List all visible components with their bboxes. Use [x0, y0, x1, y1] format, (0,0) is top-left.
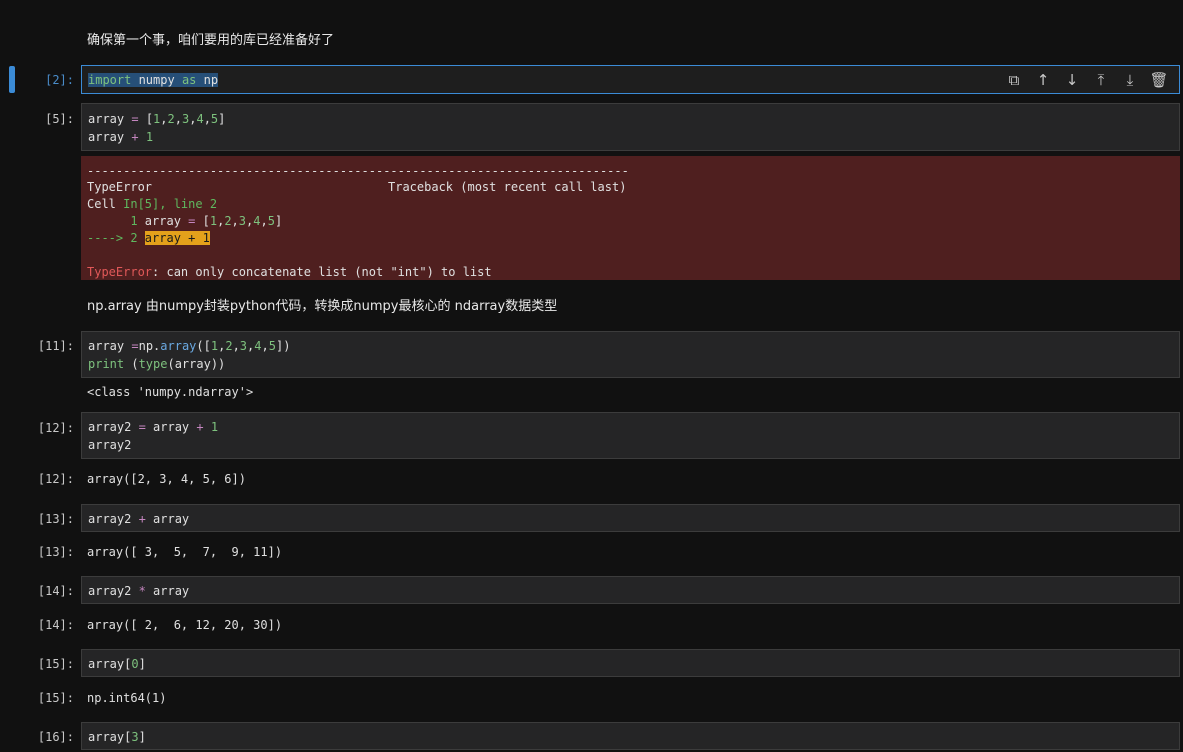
output-prompt-15: [15]:: [37, 691, 74, 705]
code-editor[interactable]: import numpy as np: [88, 71, 219, 89]
arrow-up-icon[interactable]: ↑: [1033, 70, 1053, 90]
code-editor[interactable]: array[3]: [88, 728, 146, 746]
cell-output-14: array([ 2, 6, 12, 20, 30]): [87, 618, 283, 632]
code-editor[interactable]: array =np.array([1,2,3,4,5]) print (type…: [88, 337, 290, 373]
cell-output-12: array([2, 3, 4, 5, 6]): [87, 472, 246, 486]
cell-prompt-14: [14]:: [37, 584, 74, 598]
cell-prompt-15: [15]:: [37, 657, 74, 671]
cell-prompt-12: [12]:: [37, 421, 74, 435]
insert-above-icon[interactable]: ⤒: [1091, 70, 1111, 90]
delete-icon[interactable]: 🗑: [1149, 70, 1169, 90]
arrow-down-icon[interactable]: ↓: [1062, 70, 1082, 90]
markdown-np-array: np.array 由numpy封装python代码，转换成numpy最核心的 n…: [87, 299, 558, 314]
code-cell-13[interactable]: array2 + array: [81, 504, 1180, 532]
error-type: TypeError: [87, 180, 153, 194]
code-cell-12[interactable]: array2 = array + 1 array2: [81, 412, 1180, 459]
code-editor[interactable]: array2 + array: [88, 510, 189, 528]
cell-prompt-11: [11]:: [37, 339, 74, 353]
cell-prompt-5: [5]:: [45, 112, 74, 126]
cell-output-13: array([ 3, 5, 7, 9, 11]): [87, 545, 283, 559]
error-cell-ref: Cell In[5], line 2: [87, 197, 218, 211]
cell-toolbar: ⧉ ↑ ↓ ⤒ ⤓ 🗑: [1004, 70, 1169, 90]
error-dashes: ----------------------------------------…: [87, 164, 629, 178]
error-message: TypeError: can only concatenate list (no…: [87, 265, 492, 279]
output-prompt-14: [14]:: [37, 618, 74, 632]
code-editor[interactable]: array2 * array: [88, 582, 189, 600]
code-cell-5[interactable]: array = [1,2,3,4,5] array + 1: [81, 103, 1180, 151]
copy-icon[interactable]: ⧉: [1004, 70, 1024, 90]
output-prompt-13: [13]:: [37, 545, 74, 559]
markdown-intro: 确保第一个事，咱们要用的库已经准备好了: [87, 33, 335, 48]
code-cell-11[interactable]: array =np.array([1,2,3,4,5]) print (type…: [81, 331, 1180, 378]
cell-output-11: <class 'numpy.ndarray'>: [87, 385, 254, 399]
code-editor[interactable]: array2 = array + 1 array2: [88, 418, 218, 454]
error-output: ----------------------------------------…: [81, 156, 1180, 280]
cell-prompt-16: [16]:: [37, 730, 74, 744]
error-traceback: Traceback (most recent call last): [388, 180, 627, 194]
cell-prompt-2: [2]:: [45, 73, 74, 87]
output-prompt-12: [12]:: [37, 472, 74, 486]
code-cell-16[interactable]: array[3]: [81, 722, 1180, 750]
code-cell-14[interactable]: array2 * array: [81, 576, 1180, 604]
code-cell-2[interactable]: import numpy as np ⧉ ↑ ↓ ⤒ ⤓ 🗑: [81, 65, 1180, 94]
cell-output-15: np.int64(1): [87, 691, 167, 705]
code-editor[interactable]: array = [1,2,3,4,5] array + 1: [88, 110, 225, 146]
error-line-1: 1 array = [1,2,3,4,5]: [87, 214, 283, 228]
cell-prompt-13: [13]:: [37, 512, 74, 526]
insert-below-icon[interactable]: ⤓: [1120, 70, 1140, 90]
code-editor[interactable]: array[0]: [88, 655, 146, 673]
code-cell-15[interactable]: array[0]: [81, 649, 1180, 677]
error-line-2: ----> 2 array + 1: [87, 231, 210, 245]
